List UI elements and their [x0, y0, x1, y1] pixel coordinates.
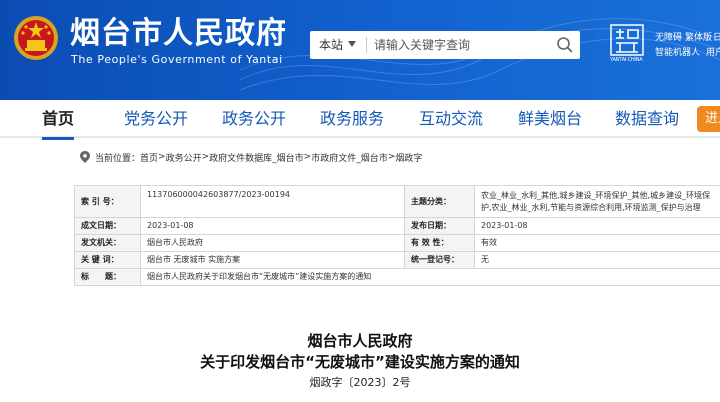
national-emblem-icon[interactable]: [13, 15, 59, 61]
search-scope-label: 本站: [319, 38, 344, 52]
breadcrumb-yanzhengzi[interactable]: 烟政字: [395, 151, 422, 164]
site-header: 烟台市人民政府 The People's Government of Yanta…: [0, 0, 720, 100]
table-row: 索 引 号： 11370600004260387​7/2023-00194 主题…: [74, 185, 720, 218]
table-row: 发文机关： 烟台市人民政府 有 效 性： 有效: [74, 234, 720, 252]
created-date-value: 2023-01-08: [140, 217, 405, 235]
nav-item-interaction[interactable]: 互动交流: [419, 100, 483, 138]
main-nav: 首页 党务公开 政务公开 政务服务 互动交流 鲜美烟台 数据查询: [0, 100, 720, 140]
nav-item-government-services[interactable]: 政务服务: [320, 100, 384, 138]
accessibility-link[interactable]: 无障碍: [655, 30, 682, 43]
search-bar: 本站: [310, 31, 580, 59]
breadcrumb-separator: >: [387, 152, 396, 162]
created-date-label: 成文日期：: [74, 217, 141, 235]
validity-value: 有效: [474, 234, 720, 252]
search-icon[interactable]: [556, 36, 574, 54]
breadcrumb-prefix: 当前位置：: [95, 153, 141, 164]
validity-label: 有 效 性：: [404, 234, 475, 252]
location-pin-icon: [80, 151, 90, 163]
nav-item-party-affairs[interactable]: 党务公开: [124, 100, 188, 138]
search-input[interactable]: [368, 31, 548, 59]
traditional-chinese-link[interactable]: 繁体版: [685, 30, 712, 43]
breadcrumb-separator: >: [201, 152, 210, 162]
document-number: 烟政字〔2023〕2号: [309, 376, 411, 389]
document-issuer-heading: 烟台市人民政府: [307, 332, 413, 350]
subject-value: 烟台市人民政府关于印发烟台市“无废城市”建设实施方案的通知: [140, 268, 720, 286]
table-row: 关 键 词： 烟台市 无废城市 实施方案 统一登记号： 无: [74, 251, 720, 269]
japanese-link[interactable]: 日: [713, 30, 720, 43]
chevron-down-icon: [348, 41, 356, 47]
keywords-label: 关 键 词：: [74, 251, 141, 269]
topic-value: 农业_林业_水利_其他,城乡建设_环境保护_其他,城乡建设_环境保护,农业_林业…: [474, 185, 720, 218]
topic-label: 主题分类：: [404, 185, 475, 218]
keywords-value: 烟台市 无废城市 实施方案: [140, 251, 405, 269]
subject-label: 标 题：: [74, 268, 141, 286]
breadcrumb-home[interactable]: 首页: [140, 151, 158, 164]
site-title[interactable]: 烟台市人民政府: [70, 17, 287, 51]
search-divider: [366, 37, 367, 53]
document-metadata-table: 索 引 号： 11370600004260387​7/2023-00194 主题…: [74, 185, 720, 286]
user-link[interactable]: 用户: [706, 45, 720, 58]
breadcrumb-city-documents[interactable]: 市政府文件_烟台市: [311, 151, 388, 164]
site-subtitle: The People's Government of Yantai: [71, 53, 283, 66]
nav-item-home[interactable]: 首页: [42, 100, 75, 140]
yantai-city-logo[interactable]: YANTAI·CHINA: [610, 24, 644, 63]
issuer-value: 烟台市人民政府: [140, 234, 405, 252]
document-title: 关于印发烟台市“无废城市”建设实施方案的通知: [200, 353, 520, 371]
nav-special-button[interactable]: 进入: [697, 106, 720, 132]
nav-item-government-affairs[interactable]: 政务公开: [222, 100, 286, 138]
table-row: 标 题： 烟台市人民政府关于印发烟台市“无废城市”建设实施方案的通知: [74, 268, 720, 286]
published-date-value: 2023-01-08: [474, 217, 720, 235]
yantai-logo-icon: [610, 24, 644, 56]
breadcrumb-document-database[interactable]: 政府文件数据库_烟台市: [209, 151, 304, 164]
issuer-label: 发文机关：: [74, 234, 141, 252]
unified-registration-label: 统一登记号：: [404, 251, 475, 269]
breadcrumb-separator: >: [158, 152, 166, 162]
nav-item-data-query[interactable]: 数据查询: [615, 100, 679, 138]
breadcrumb: 当前位置： 首页 > 政务公开 > 政府文件数据库_烟台市 > 市政府文件_烟台…: [80, 150, 422, 164]
published-date-label: 发布日期：: [404, 217, 475, 235]
yantai-logo-text: YANTAI·CHINA: [610, 57, 643, 63]
index-number-label: 索 引 号：: [74, 185, 141, 218]
smart-robot-link[interactable]: 智能机器人: [655, 45, 700, 58]
nav-item-beautiful-yantai[interactable]: 鲜美烟台: [518, 100, 582, 138]
breadcrumb-gov-affairs[interactable]: 政务公开: [166, 151, 202, 164]
breadcrumb-separator: >: [303, 152, 312, 162]
table-row: 成文日期： 2023-01-08 发布日期： 2023-01-08: [74, 217, 720, 235]
unified-registration-value: 无: [474, 251, 720, 269]
index-number-value: 11370600004260387​7/2023-00194: [140, 185, 405, 218]
search-scope-select[interactable]: 本站: [310, 31, 364, 59]
